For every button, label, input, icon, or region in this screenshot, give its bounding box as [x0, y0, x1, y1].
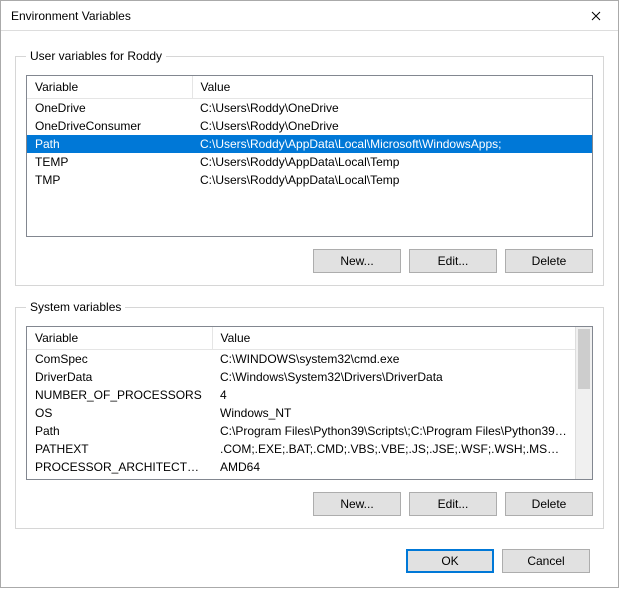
- cell-variable: DriverData: [27, 368, 212, 386]
- close-icon: [591, 11, 601, 21]
- cell-value: AMD64: [212, 458, 575, 476]
- cell-value: C:\Users\Roddy\OneDrive: [192, 99, 592, 118]
- table-row[interactable]: NUMBER_OF_PROCESSORS4: [27, 386, 575, 404]
- user-variables-legend: User variables for Roddy: [26, 49, 166, 63]
- cell-value: C:\Users\Roddy\AppData\Local\Microsoft\W…: [192, 135, 592, 153]
- table-row[interactable]: TEMPC:\Users\Roddy\AppData\Local\Temp: [27, 153, 592, 171]
- user-header-variable[interactable]: Variable: [27, 76, 192, 99]
- system-header-variable[interactable]: Variable: [27, 327, 212, 350]
- table-row[interactable]: OSWindows_NT: [27, 404, 575, 422]
- system-scrollbar[interactable]: [575, 327, 592, 479]
- table-row[interactable]: PathC:\Users\Roddy\AppData\Local\Microso…: [27, 135, 592, 153]
- cell-value: C:\Users\Roddy\AppData\Local\Temp: [192, 171, 592, 189]
- cell-variable: NUMBER_OF_PROCESSORS: [27, 386, 212, 404]
- user-variables-group: User variables for Roddy Variable Value …: [15, 49, 604, 286]
- cell-value: 4: [212, 386, 575, 404]
- system-variables-group: System variables Variable Value: [15, 300, 604, 529]
- cell-value: C:\Users\Roddy\OneDrive: [192, 117, 592, 135]
- window-title: Environment Variables: [11, 9, 131, 23]
- cancel-button[interactable]: Cancel: [502, 549, 590, 573]
- cell-value: C:\Users\Roddy\AppData\Local\Temp: [192, 153, 592, 171]
- system-variables-legend: System variables: [26, 300, 125, 314]
- cell-variable: OneDriveConsumer: [27, 117, 192, 135]
- system-variables-table: Variable Value ComSpecC:\WINDOWS\system3…: [27, 327, 575, 476]
- table-row[interactable]: PROCESSOR_ARCHITECTUREAMD64: [27, 458, 575, 476]
- table-row[interactable]: TMPC:\Users\Roddy\AppData\Local\Temp: [27, 171, 592, 189]
- ok-button[interactable]: OK: [406, 549, 494, 573]
- user-delete-button[interactable]: Delete: [505, 249, 593, 273]
- table-row[interactable]: OneDriveConsumerC:\Users\Roddy\OneDrive: [27, 117, 592, 135]
- cell-variable: Path: [27, 422, 212, 440]
- system-button-row: New... Edit... Delete: [26, 492, 593, 516]
- titlebar: Environment Variables: [1, 1, 618, 31]
- system-edit-button[interactable]: Edit...: [409, 492, 497, 516]
- cell-variable: ComSpec: [27, 350, 212, 369]
- table-row[interactable]: ComSpecC:\WINDOWS\system32\cmd.exe: [27, 350, 575, 369]
- system-variables-table-container[interactable]: Variable Value ComSpecC:\WINDOWS\system3…: [26, 326, 593, 480]
- table-row[interactable]: PATHEXT.COM;.EXE;.BAT;.CMD;.VBS;.VBE;.JS…: [27, 440, 575, 458]
- cell-variable: TMP: [27, 171, 192, 189]
- cell-value: C:\WINDOWS\system32\cmd.exe: [212, 350, 575, 369]
- user-header-value[interactable]: Value: [192, 76, 592, 99]
- cell-value: C:\Program Files\Python39\Scripts\;C:\Pr…: [212, 422, 575, 440]
- cell-variable: OneDrive: [27, 99, 192, 118]
- system-delete-button[interactable]: Delete: [505, 492, 593, 516]
- user-variables-table: Variable Value OneDriveC:\Users\Roddy\On…: [27, 76, 592, 189]
- table-row[interactable]: DriverDataC:\Windows\System32\Drivers\Dr…: [27, 368, 575, 386]
- cell-variable: PROCESSOR_ARCHITECTURE: [27, 458, 212, 476]
- system-header-value[interactable]: Value: [212, 327, 575, 350]
- table-row[interactable]: PathC:\Program Files\Python39\Scripts\;C…: [27, 422, 575, 440]
- cell-variable: Path: [27, 135, 192, 153]
- dialog-content: User variables for Roddy Variable Value …: [1, 31, 618, 597]
- cell-value: C:\Windows\System32\Drivers\DriverData: [212, 368, 575, 386]
- cell-variable: OS: [27, 404, 212, 422]
- dialog-footer: OK Cancel: [15, 543, 604, 587]
- table-row[interactable]: OneDriveC:\Users\Roddy\OneDrive: [27, 99, 592, 118]
- environment-variables-window: Environment Variables User variables for…: [0, 0, 619, 588]
- user-new-button[interactable]: New...: [313, 249, 401, 273]
- cell-variable: PATHEXT: [27, 440, 212, 458]
- system-new-button[interactable]: New...: [313, 492, 401, 516]
- user-button-row: New... Edit... Delete: [26, 249, 593, 273]
- user-edit-button[interactable]: Edit...: [409, 249, 497, 273]
- cell-value: Windows_NT: [212, 404, 575, 422]
- cell-variable: TEMP: [27, 153, 192, 171]
- user-variables-table-container[interactable]: Variable Value OneDriveC:\Users\Roddy\On…: [26, 75, 593, 237]
- close-button[interactable]: [573, 1, 618, 31]
- scroll-thumb[interactable]: [578, 329, 590, 389]
- cell-value: .COM;.EXE;.BAT;.CMD;.VBS;.VBE;.JS;.JSE;.…: [212, 440, 575, 458]
